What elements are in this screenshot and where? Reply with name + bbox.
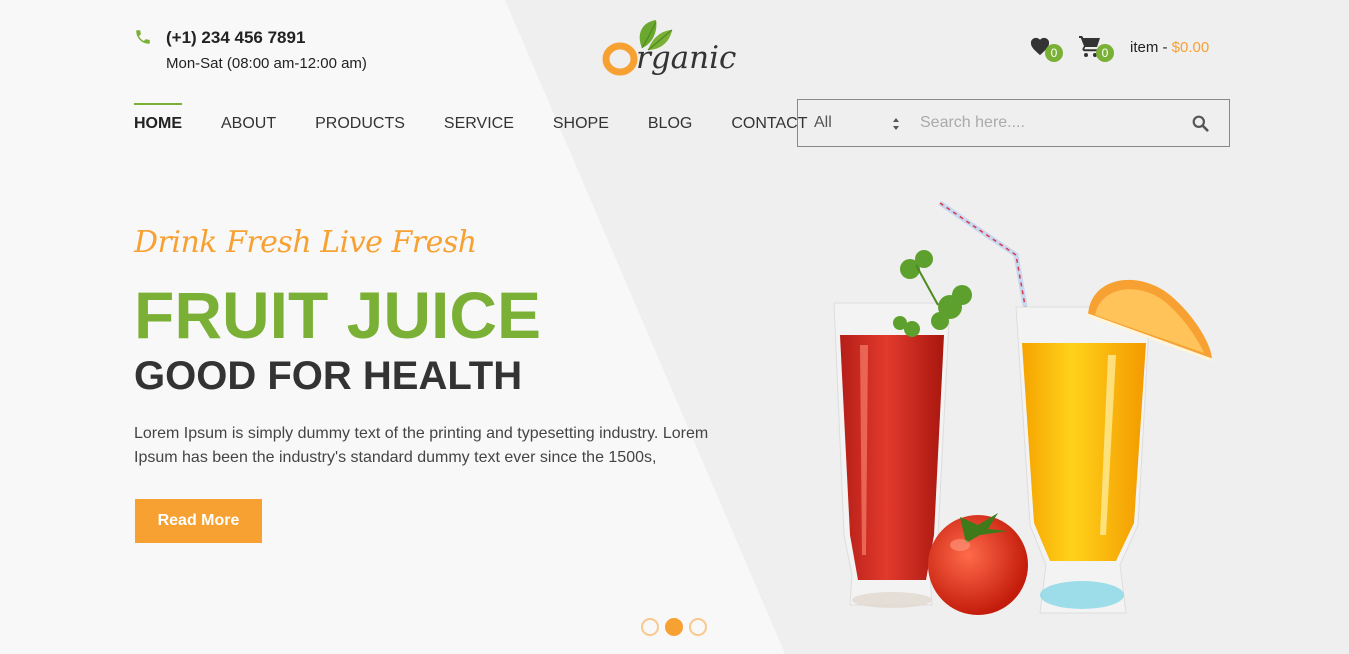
phone-icon <box>136 30 150 44</box>
select-arrows-icon <box>893 118 899 130</box>
category-select-value: All <box>814 114 832 131</box>
category-select[interactable]: All <box>798 100 910 146</box>
nav-item-about[interactable]: ABOUT <box>221 103 276 145</box>
cart-summary-label: item - <box>1130 39 1172 56</box>
cart-count-badge: 0 <box>1096 44 1114 62</box>
hero-headline: FRUIT JUICE <box>134 278 542 352</box>
search-button[interactable] <box>1171 100 1229 146</box>
hero-description: Lorem Ipsum is simply dummy text of the … <box>134 425 709 466</box>
slider-dot[interactable] <box>689 618 707 636</box>
logo[interactable]: rganic <box>600 14 750 84</box>
logo-o-icon <box>602 42 638 76</box>
search-icon <box>1192 115 1209 132</box>
wishlist-button[interactable]: 0 <box>1029 34 1063 62</box>
juice-glasses-image <box>833 200 1213 615</box>
hero-tagline: Drink Fresh Live Fresh <box>134 225 477 260</box>
nav-item-shope[interactable]: SHOPE <box>553 103 609 145</box>
search-input[interactable] <box>910 100 1171 146</box>
slider-pagination <box>641 618 707 636</box>
phone-number[interactable]: (+1) 234 456 7891 <box>166 28 305 48</box>
opening-hours: Mon-Sat (08:00 am-12:00 am) <box>166 55 367 72</box>
logo-text: rganic <box>636 40 737 76</box>
slider-dot-active[interactable] <box>665 618 683 636</box>
cart-total-amount: $0.00 <box>1171 39 1210 56</box>
slider-dot[interactable] <box>641 618 659 636</box>
cart-button[interactable]: 0 <box>1078 34 1114 62</box>
nav-item-products[interactable]: PRODUCTS <box>315 103 405 145</box>
hero-subheadline: GOOD FOR HEALTH <box>134 354 523 398</box>
main-navigation: HOME ABOUT PRODUCTS SERVICE SHOPE BLOG C… <box>134 103 846 145</box>
nav-item-service[interactable]: SERVICE <box>444 103 514 145</box>
search-bar: All <box>797 99 1230 147</box>
read-more-button[interactable]: Read More <box>135 499 262 543</box>
nav-item-blog[interactable]: BLOG <box>648 103 692 145</box>
wishlist-count-badge: 0 <box>1045 44 1063 62</box>
page: (+1) 234 456 7891 Mon-Sat (08:00 am-12:0… <box>0 0 1349 654</box>
nav-item-home[interactable]: HOME <box>134 103 182 145</box>
cart-summary[interactable]: item - $0.00 <box>1130 39 1209 56</box>
